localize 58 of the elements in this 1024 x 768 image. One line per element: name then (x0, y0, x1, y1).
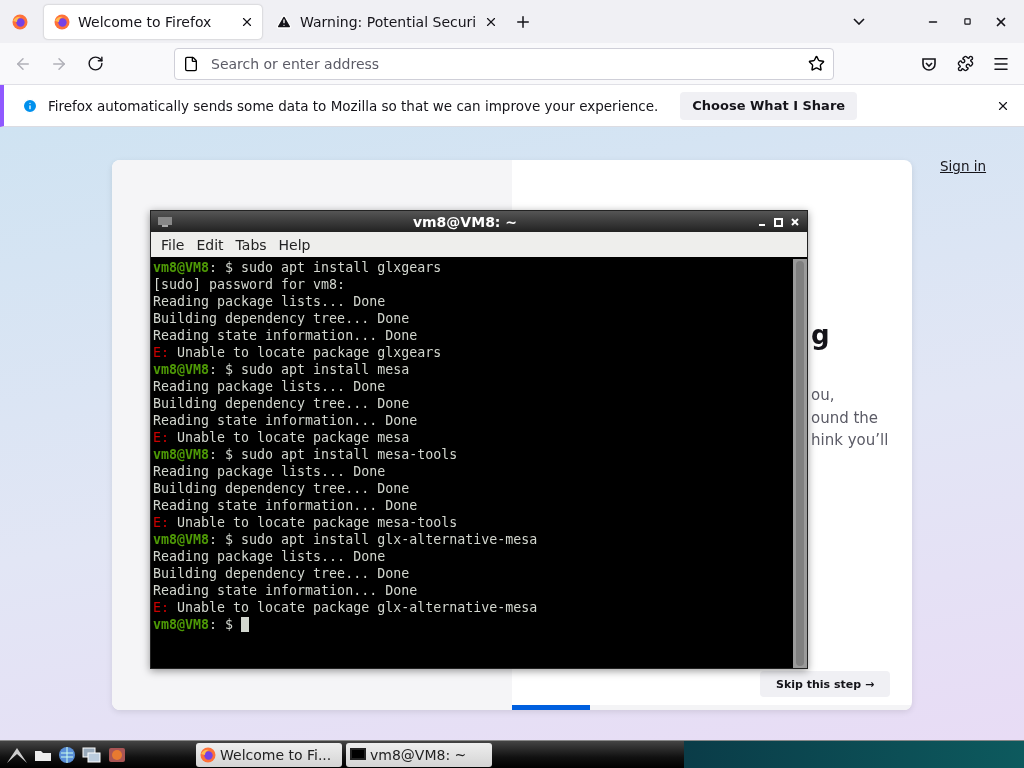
taskbar-button[interactable]: Welcome to Fi... (196, 742, 342, 767)
output-line: Reading state information... Done (153, 582, 419, 599)
output-line: Reading package lists... Done (153, 378, 387, 395)
sign-in-link[interactable]: Sign in (940, 158, 987, 174)
body-text: ound the (811, 407, 880, 429)
skip-step-button[interactable]: Skip this step → (760, 671, 891, 697)
output-line: Reading state information... Done (153, 412, 419, 429)
output-line: Reading package lists... Done (153, 293, 387, 310)
maximize-icon (963, 18, 971, 25)
body-text: hink you’ll (811, 430, 889, 451)
windows-icon[interactable] (82, 746, 102, 763)
output-line: Building dependency tree... Done (153, 565, 411, 582)
error-line: E: Unable to locate package glxgears (153, 344, 443, 361)
puzzle-icon (956, 55, 974, 72)
notification-text: Firefox automatically sends some data to Mozilla so that we can improve your experience. (48, 97, 659, 114)
prompt-line: vm8@VM8: $ sudo apt install glxgears (153, 259, 443, 276)
window-controls-icon[interactable] (757, 216, 801, 227)
error-line: E: Unable to locate package mesa (153, 429, 411, 446)
choose-share-button[interactable]: Choose What I Share (680, 91, 858, 120)
firefox-icon (54, 13, 70, 30)
terminal-icon (157, 215, 173, 228)
output-line: Building dependency tree... Done (153, 395, 411, 412)
output-line: Reading package lists... Done (153, 463, 387, 480)
heading-fragment: g (811, 320, 830, 350)
prompt-line: vm8@VM8: $ (153, 616, 793, 633)
bookmark-star-icon[interactable] (808, 55, 825, 72)
menu-item[interactable]: File (155, 236, 191, 253)
output-line: Reading package lists... Done (153, 548, 387, 565)
browser-tab[interactable]: Welcome to Firefox (44, 4, 262, 39)
prompt-line: vm8@VM8: $ sudo apt install mesa-tools (153, 446, 459, 463)
terminal-icon (350, 747, 366, 762)
firefox-icon (12, 13, 28, 30)
error-line: E: Unable to locate package mesa-tools (153, 514, 459, 531)
pocket-icon (921, 55, 937, 72)
error-line: E: Unable to locate package glx-alternative-mesa (153, 599, 539, 616)
globe-icon[interactable] (58, 745, 76, 764)
menu-item[interactable]: Help (272, 236, 317, 253)
taskbar-button[interactable]: vm8@VM8: ~ (346, 742, 492, 767)
firefox-icon[interactable] (108, 745, 126, 764)
output-line: Reading state information... Done (153, 497, 419, 514)
reload-icon (86, 55, 104, 72)
firefox-icon (200, 746, 216, 763)
info-icon (22, 97, 38, 114)
output-line: Building dependency tree... Done (153, 310, 411, 327)
output-line: Reading state information... Done (153, 327, 419, 344)
output-line: [sudo] password for vm8: (153, 276, 347, 293)
prompt-line: vm8@VM8: $ sudo apt install glx-alternative-mesa (153, 531, 539, 548)
browser-tab[interactable]: Warning: Potential Securi (266, 4, 507, 39)
warning-icon (276, 13, 292, 30)
chevron-down-icon (853, 18, 865, 25)
window-title: vm8@VM8: ~ (411, 213, 519, 230)
menu-item[interactable]: Edit (190, 236, 230, 253)
body-text: ou, (811, 385, 836, 406)
page-icon (183, 55, 199, 72)
prompt-line: vm8@VM8: $ sudo apt install mesa (153, 361, 411, 378)
address-bar[interactable]: Search or enter address (174, 47, 834, 80)
output-line: Building dependency tree... Done (153, 480, 411, 497)
menu-item[interactable]: Tabs (229, 236, 273, 253)
